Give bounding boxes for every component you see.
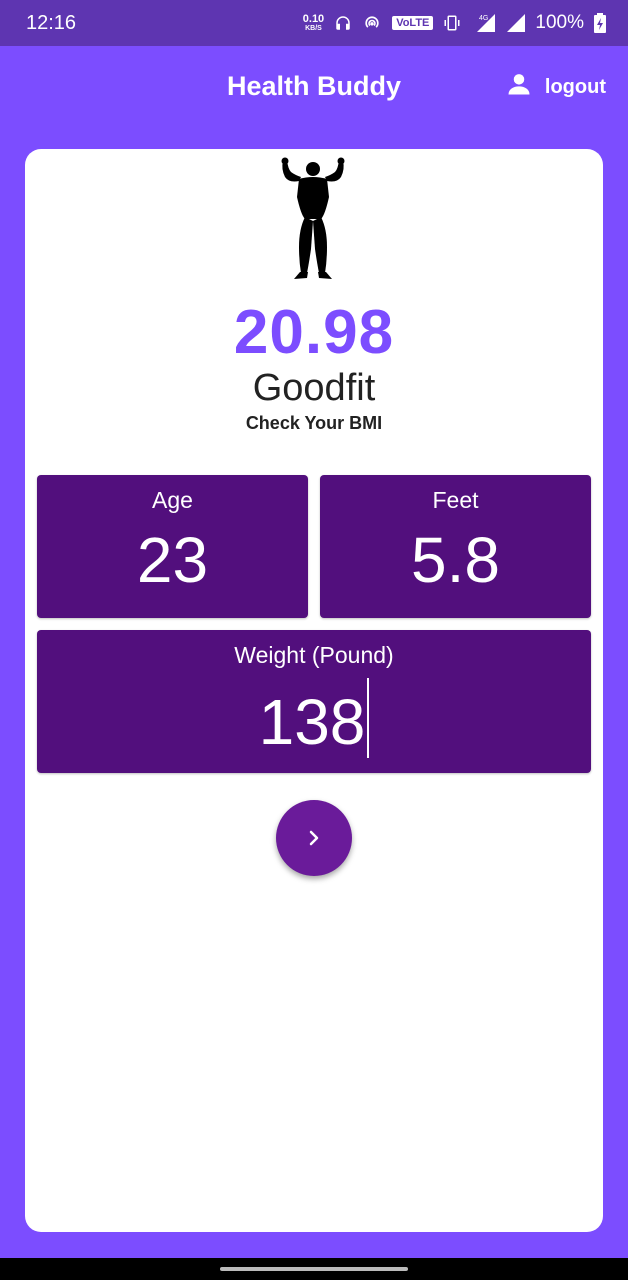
signal-4g-icon: 4G: [471, 13, 497, 33]
person-icon: [505, 70, 533, 104]
system-nav-bar: [0, 1258, 628, 1280]
text-cursor: [367, 678, 370, 758]
hotspot-icon: [362, 13, 382, 33]
bodybuilder-icon: [281, 157, 345, 279]
bmi-card: 20.98 Goodfit Check Your BMI Age 23 Feet…: [25, 149, 603, 1232]
svg-text:4G: 4G: [479, 15, 488, 22]
net-speed-unit: KB/S: [305, 25, 322, 32]
home-gesture-pill[interactable]: [220, 1267, 408, 1271]
feet-field[interactable]: Feet 5.8: [320, 475, 591, 618]
battery-level: 100%: [535, 12, 584, 33]
next-button[interactable]: [276, 800, 352, 876]
app-title: Health Buddy: [226, 70, 401, 101]
weight-value: 138: [258, 686, 366, 758]
age-field[interactable]: Age 23: [37, 475, 308, 618]
chevron-right-icon: [309, 830, 319, 846]
status-bar: 12:16 0.10 KB/S VoLTE 4G 100%: [0, 0, 628, 46]
status-time: 12:16: [26, 11, 77, 34]
headphones-icon: [334, 14, 352, 32]
weight-field[interactable]: Weight (Pound) 138: [37, 630, 591, 773]
volte-badge: VoLTE: [392, 16, 434, 30]
vibrate-icon: [443, 14, 461, 32]
logout-label: logout: [544, 75, 606, 98]
age-value: 23: [136, 524, 209, 596]
feet-label: Feet: [432, 487, 479, 513]
bmi-status: Goodfit: [252, 367, 376, 409]
weight-label: Weight (Pound): [234, 642, 394, 668]
logout-button[interactable]: logout: [505, 70, 606, 104]
check-bmi-label: Check Your BMI: [245, 413, 383, 433]
battery-icon: [594, 13, 606, 33]
age-label: Age: [152, 487, 193, 513]
weight-input-value: 138: [37, 678, 591, 759]
app-bar: Health Buddy logout: [0, 46, 628, 126]
signal-icon: [507, 14, 526, 32]
net-speed: 0.10 KB/S: [302, 13, 325, 33]
feet-value: 5.8: [411, 524, 500, 596]
bmi-value: 20.98: [233, 298, 395, 367]
net-speed-value: 0.10: [302, 13, 325, 25]
status-icons: 0.10 KB/S VoLTE 4G 100%: [303, 12, 606, 34]
